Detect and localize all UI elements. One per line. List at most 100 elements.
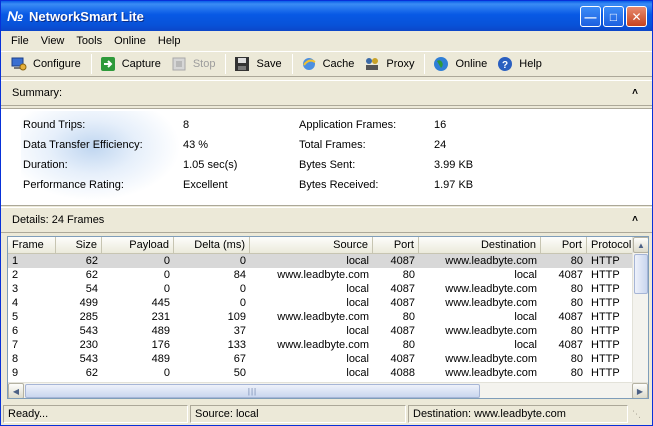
cell-destination: local: [514, 339, 537, 351]
col-size[interactable]: Size: [56, 237, 102, 254]
cell-protocol: HTTP: [591, 297, 620, 309]
col-source-port[interactable]: Port: [373, 237, 419, 254]
cache-icon: [301, 56, 317, 72]
cell-source: local: [346, 255, 369, 267]
table-row[interactable]: 2 62 0 84 www.leadbyte.com 80 local 4087 HTTP: [8, 268, 634, 282]
efficiency-label: Data Transfer Efficiency:: [23, 139, 143, 151]
summary-panel: Round Trips: 8 Data Transfer Efficiency:…: [1, 108, 652, 206]
close-icon: ✕: [631, 9, 642, 24]
cell-source: www.leadbyte.com: [277, 269, 369, 281]
cell-delta: 50: [233, 367, 246, 379]
configure-label: Configure: [33, 58, 81, 70]
window-title: NetworkSmart Lite: [29, 8, 144, 24]
cell-destination: www.leadbyte.com: [445, 353, 537, 365]
toolbar-separator: [424, 54, 426, 74]
details-header[interactable]: Details: 24 Frames ˄: [1, 207, 652, 233]
globe-icon: [433, 56, 449, 72]
col-payload[interactable]: Payload: [102, 237, 174, 254]
bytes-received-label: Bytes Received:: [299, 179, 379, 191]
cell-source-port: 80: [402, 311, 415, 323]
cell-frame: 8: [12, 353, 19, 365]
cell-source-port: 4087: [390, 283, 415, 295]
configure-icon: [11, 56, 27, 72]
col-delta[interactable]: Delta (ms): [174, 237, 250, 254]
table-row[interactable]: 8 543 489 67 local 4087 www.leadbyte.com 80 HTTP: [8, 352, 634, 366]
cell-destination: www.leadbyte.com: [445, 325, 537, 337]
cell-source: local: [346, 353, 369, 365]
configure-button[interactable]: Configure: [7, 53, 87, 75]
col-frame[interactable]: Frame: [8, 237, 56, 254]
app-window: № NetworkSmart Lite — □ ✕ File View Tool…: [0, 0, 653, 426]
proxy-icon: [364, 56, 380, 72]
table-row[interactable]: 1 62 0 0 local 4087 www.leadbyte.com 80 HTTP: [8, 254, 634, 268]
col-source[interactable]: Source: [250, 237, 373, 254]
total-frames-value: 24: [434, 139, 447, 151]
col-destination-port[interactable]: Port: [541, 237, 587, 254]
cell-size: 62: [85, 255, 98, 267]
horizontal-scroll-thumb[interactable]: |||: [25, 384, 480, 398]
save-button[interactable]: Save: [230, 53, 287, 75]
table-row[interactable]: 5 285 231 109 www.leadbyte.com 80 local 4087 HTT…: [8, 310, 634, 324]
cell-source: local: [346, 367, 369, 379]
status-state: Ready...: [3, 405, 188, 423]
cache-label: Cache: [322, 58, 355, 70]
maximize-button[interactable]: □: [603, 6, 624, 27]
scroll-left-button[interactable]: ◀: [8, 383, 24, 398]
cell-destination: www.leadbyte.com: [445, 367, 537, 379]
cell-size: 62: [85, 269, 98, 281]
table-row[interactable]: 9 62 0 50 local 4088 www.leadbyte.com 80 HTTP: [8, 366, 634, 380]
col-protocol[interactable]: Protocol: [587, 237, 634, 254]
close-button[interactable]: ✕: [626, 6, 647, 27]
round-trips-value: 8: [183, 119, 190, 131]
menu-online[interactable]: Online: [108, 35, 152, 47]
cell-destination-port: 4087: [558, 339, 583, 351]
capture-button[interactable]: Capture: [96, 53, 167, 75]
scroll-up-button[interactable]: ▲: [633, 237, 648, 253]
toolbar: Configure Capture Stop Save Cache Proxy …: [1, 51, 652, 77]
cell-source: www.leadbyte.com: [277, 311, 369, 323]
cell-source-port: 4087: [390, 255, 415, 267]
table-row[interactable]: 6 543 489 37 local 4087 www.leadbyte.com 80 HTTP: [8, 324, 634, 338]
cell-destination: www.leadbyte.com: [445, 255, 537, 267]
menu-tools[interactable]: Tools: [70, 35, 108, 47]
frames-table[interactable]: Frame Size Payload Delta (ms) Source Por…: [7, 236, 649, 399]
table-row[interactable]: 3 54 0 0 local 4087 www.leadbyte.com 80 HTTP: [8, 282, 634, 296]
bytes-sent-value: 3.99 KB: [434, 159, 474, 171]
menu-help[interactable]: Help: [152, 35, 187, 47]
cell-frame: 4: [12, 297, 19, 309]
summary-header[interactable]: Summary: ˄: [1, 80, 652, 106]
cache-button[interactable]: Cache: [297, 53, 361, 75]
cell-delta: 0: [239, 297, 246, 309]
online-button[interactable]: Online: [429, 53, 493, 75]
menu-file[interactable]: File: [5, 35, 35, 47]
proxy-button[interactable]: Proxy: [360, 53, 420, 75]
scroll-right-button[interactable]: ▶: [632, 383, 648, 398]
cell-protocol: HTTP: [591, 339, 620, 351]
cell-frame: 5: [12, 311, 19, 323]
minimize-button[interactable]: —: [580, 6, 601, 27]
cell-destination: www.leadbyte.com: [445, 297, 537, 309]
menu-view[interactable]: View: [35, 35, 71, 47]
table-row[interactable]: 4 499 445 0 local 4087 www.leadbyte.com 80 HTTP: [8, 296, 634, 310]
horizontal-scrollbar[interactable]: ◀ ||| ▶: [8, 382, 648, 398]
cell-source-port: 4087: [390, 325, 415, 337]
save-icon: [234, 56, 250, 72]
cell-destination: local: [514, 269, 537, 281]
app-frames-value: 16: [434, 119, 447, 131]
cell-delta: 0: [239, 283, 246, 295]
vertical-scrollbar[interactable]: ▲: [632, 237, 648, 382]
help-button[interactable]: ? Help: [493, 53, 548, 75]
cell-destination-port: 80: [570, 353, 583, 365]
vertical-scroll-thumb[interactable]: [634, 254, 648, 294]
collapse-icon[interactable]: ˄: [632, 87, 638, 98]
resize-grip-icon[interactable]: ⋱: [632, 408, 644, 420]
title-bar[interactable]: № NetworkSmart Lite — □ ✕: [1, 1, 652, 31]
table-row[interactable]: 7 230 176 133 www.leadbyte.com 80 local 4087 HTT…: [8, 338, 634, 352]
cell-payload: 445: [151, 297, 170, 309]
cell-size: 62: [85, 367, 98, 379]
col-destination[interactable]: Destination: [419, 237, 541, 254]
stop-button[interactable]: Stop: [167, 53, 222, 75]
cell-source: local: [346, 297, 369, 309]
collapse-icon[interactable]: ˄: [632, 214, 638, 225]
efficiency-value: 43 %: [183, 139, 209, 151]
